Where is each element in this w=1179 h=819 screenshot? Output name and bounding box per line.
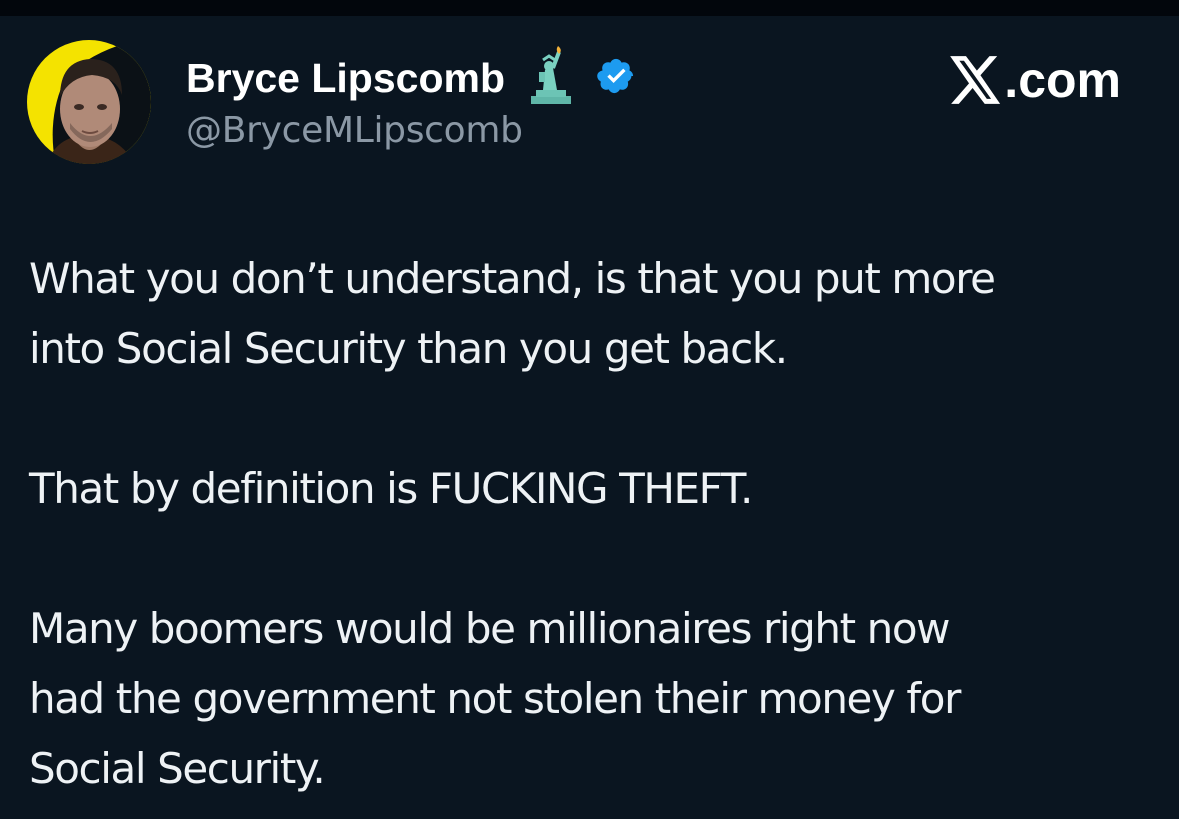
tweet-paragraph: What you don’t understand, is that you p… [29,254,996,373]
display-name[interactable]: Bryce Lipscomb [186,54,505,102]
tweet-paragraph: Many boomers would be millionaires right… [29,604,961,793]
x-com-watermark: .com [950,50,1121,110]
statue-of-liberty-icon [527,46,575,104]
x-logo-icon [950,56,1001,104]
author-handle[interactable]: @BryceMLipscomb [186,106,523,156]
tweet-text: What you don’t understand, is that you p… [29,244,1159,804]
watermark-text: .com [1004,52,1121,108]
verified-badge-icon [596,56,636,96]
avatar[interactable] [26,37,152,167]
top-strip [0,0,1179,16]
tweet-paragraph: That by definition is FUCKING THEFT. [29,464,753,513]
